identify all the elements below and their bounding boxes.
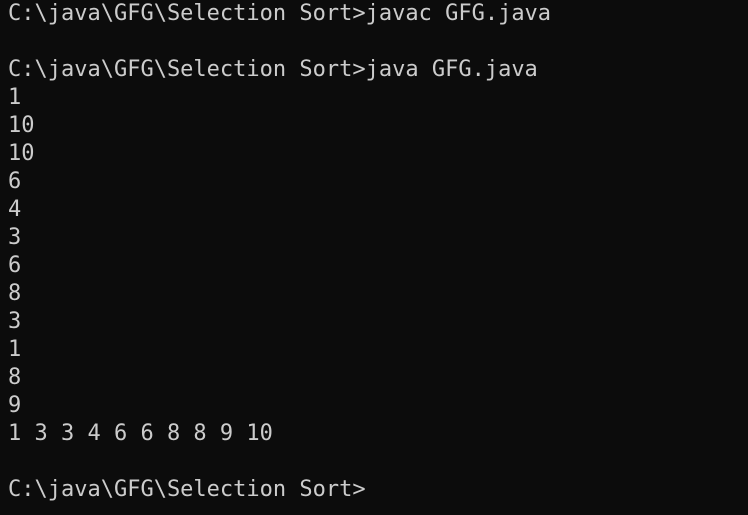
prompt-line[interactable]: C:\java\GFG\Selection Sort> <box>8 476 748 504</box>
sorted-output-line: 1 3 3 4 6 6 8 8 9 10 <box>8 421 273 446</box>
output-line: 9 <box>8 393 22 418</box>
output-line: 1 <box>8 85 22 110</box>
terminal-window[interactable]: C:\java\GFG\Selection Sort>javac GFG.jav… <box>0 0 748 515</box>
output-line: 10 <box>8 141 35 166</box>
output-line: 10 <box>8 113 35 138</box>
output-line: 8 <box>8 281 22 306</box>
output-line: 6 <box>8 253 22 278</box>
output-line: 6 <box>8 169 22 194</box>
output-line: 3 <box>8 225 22 250</box>
output-line: 8 <box>8 365 22 390</box>
output-line: 4 <box>8 197 22 222</box>
command-line-compile: C:\java\GFG\Selection Sort>javac GFG.jav… <box>8 1 552 26</box>
output-line: 3 <box>8 309 22 334</box>
command-line-run: C:\java\GFG\Selection Sort>java GFG.java <box>8 57 538 82</box>
output-line: 1 <box>8 337 22 362</box>
